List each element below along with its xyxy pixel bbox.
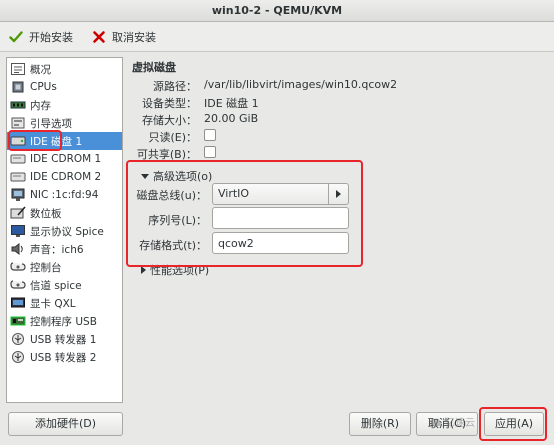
sidebar-item-controller-usb[interactable]: 控制程序 USB (7, 312, 122, 330)
disk-details-panel: 虚拟磁盘 源路径： /var/lib/libvirt/images/win10.… (127, 57, 547, 403)
advanced-options-expander[interactable]: 高级选项(o) (141, 168, 212, 184)
sidebar-item-label: CPUs (30, 81, 57, 93)
readonly-label: 只读(E)： (148, 131, 197, 144)
usb-redirector-icon (12, 333, 24, 345)
expander-down-icon (141, 173, 149, 179)
sidebar-item-label: 显示协议 Spice (30, 225, 104, 238)
sidebar-item-label: 信道 spice (30, 279, 82, 292)
disk-bus-label: 磁盘总线(u)： (136, 189, 207, 202)
sidebar-item-label: 数位板 (30, 207, 62, 220)
readonly-checkbox[interactable] (204, 129, 216, 141)
storage-format-label: 存储格式(t)： (139, 239, 207, 252)
sidebar-item-label: 引导选项 (30, 117, 72, 130)
tablet-icon (10, 206, 26, 219)
sidebar-item-ide-cdrom-1[interactable]: IDE CDROM 1 (7, 150, 122, 168)
shareable-label: 可共享(B)： (136, 148, 197, 161)
expander-right-icon (141, 266, 146, 274)
sidebar-item-label: IDE 磁盘 1 (30, 135, 83, 148)
sidebar-item-cpus[interactable]: CPUs (7, 78, 122, 96)
sidebar-item-ide-cdrom-2[interactable]: IDE CDROM 2 (7, 168, 122, 186)
cpu-icon (12, 81, 24, 93)
shareable-checkbox[interactable] (204, 146, 216, 158)
controller-icon (10, 316, 26, 326)
serial-input[interactable] (212, 207, 349, 229)
sidebar-item-channel-spice[interactable]: 信道 spice (7, 276, 122, 294)
sidebar-item-label: USB 转发器 1 (30, 333, 97, 346)
sidebar-item-tablet[interactable]: 数位板 (7, 204, 122, 222)
cancel-x-icon (93, 31, 105, 43)
sidebar-item-console[interactable]: 控制台 (7, 258, 122, 276)
display-icon (11, 225, 25, 237)
sidebar-item-memory[interactable]: 内存 (7, 96, 122, 114)
cancel-button[interactable]: 取消(C) (416, 412, 478, 436)
disk-bus-combo[interactable]: VirtIO (212, 183, 349, 205)
checkmark-icon (9, 31, 23, 43)
begin-install-button[interactable]: 开始安装 (9, 28, 73, 46)
storage-size-label: 存储大小： (142, 114, 197, 127)
sidebar-item-nic[interactable]: NIC :1c:fd:94 (7, 186, 122, 204)
sidebar-item-usb-redirector-2[interactable]: USB 转发器 2 (7, 348, 122, 366)
window-title: win10-2 - QEMU/KVM (0, 0, 554, 22)
sidebar-item-label: 控制台 (30, 261, 62, 274)
apply-button[interactable]: 应用(A) (484, 412, 544, 436)
sidebar-item-usb-redirector-1[interactable]: USB 转发器 1 (7, 330, 122, 348)
sidebar-item-label: 声音：ich6 (30, 243, 84, 256)
memory-icon (10, 101, 26, 109)
sidebar-item-label: 概况 (30, 63, 51, 76)
sidebar-item-ide-disk-1[interactable]: IDE 磁盘 1 (7, 132, 122, 150)
sidebar-item-display-spice[interactable]: 显示协议 Spice (7, 222, 122, 240)
network-icon (11, 188, 25, 201)
sidebar-item-label: 显卡 QXL (30, 297, 76, 310)
video-card-icon (11, 297, 25, 308)
storage-format-input[interactable] (212, 232, 349, 254)
source-path-label: 源路径： (153, 80, 197, 93)
advanced-options-label: 高级选项(o) (153, 170, 213, 183)
cancel-install-label: 取消安装 (112, 31, 156, 44)
usb-redirector-icon (12, 351, 24, 363)
disk-icon (10, 136, 26, 146)
remove-button[interactable]: 删除(R) (349, 412, 411, 436)
boot-options-icon (11, 117, 25, 129)
cdrom-icon (10, 154, 26, 164)
sound-icon (11, 243, 23, 255)
sidebar-item-overview[interactable]: 概况 (7, 60, 122, 78)
storage-size-value: 20.00 GiB (204, 112, 259, 125)
device-type-value: IDE 磁盘 1 (204, 97, 259, 110)
hardware-list[interactable]: 概况 CPUs 内存 引导选项 IDE 磁盘 1 IDE CDROM 1 IDE… (6, 57, 123, 403)
sidebar-item-label: 控制程序 USB (30, 315, 97, 328)
serial-label: 序列号(L)： (148, 214, 207, 227)
combo-arrow-icon (328, 184, 348, 204)
cdrom-icon (10, 172, 26, 182)
sidebar-item-sound[interactable]: 声音：ich6 (7, 240, 122, 258)
overview-icon (11, 63, 25, 75)
sidebar-item-label: NIC :1c:fd:94 (30, 189, 99, 201)
cancel-install-button[interactable]: 取消安装 (92, 28, 156, 46)
source-path-value: /var/lib/libvirt/images/win10.qcow2 (204, 78, 398, 91)
toolbar: 开始安装 取消安装 (0, 22, 554, 52)
console-icon (10, 262, 26, 271)
disk-bus-value: VirtIO (218, 187, 250, 200)
sidebar-item-label: USB 转发器 2 (30, 351, 97, 364)
sidebar-item-video-qxl[interactable]: 显卡 QXL (7, 294, 122, 312)
section-title: 虚拟磁盘 (132, 61, 176, 74)
performance-options-label: 性能选项(P) (150, 264, 210, 277)
sidebar-item-label: IDE CDROM 1 (30, 153, 102, 165)
add-hardware-button[interactable]: 添加硬件(D) (8, 412, 123, 436)
sidebar-item-label: IDE CDROM 2 (30, 171, 102, 183)
channel-icon (10, 280, 26, 289)
sidebar-item-boot-options[interactable]: 引导选项 (7, 114, 122, 132)
begin-install-label: 开始安装 (29, 31, 73, 44)
sidebar-item-label: 内存 (30, 99, 51, 112)
performance-options-expander[interactable]: 性能选项(P) (141, 262, 209, 278)
device-type-label: 设备类型： (142, 97, 197, 110)
